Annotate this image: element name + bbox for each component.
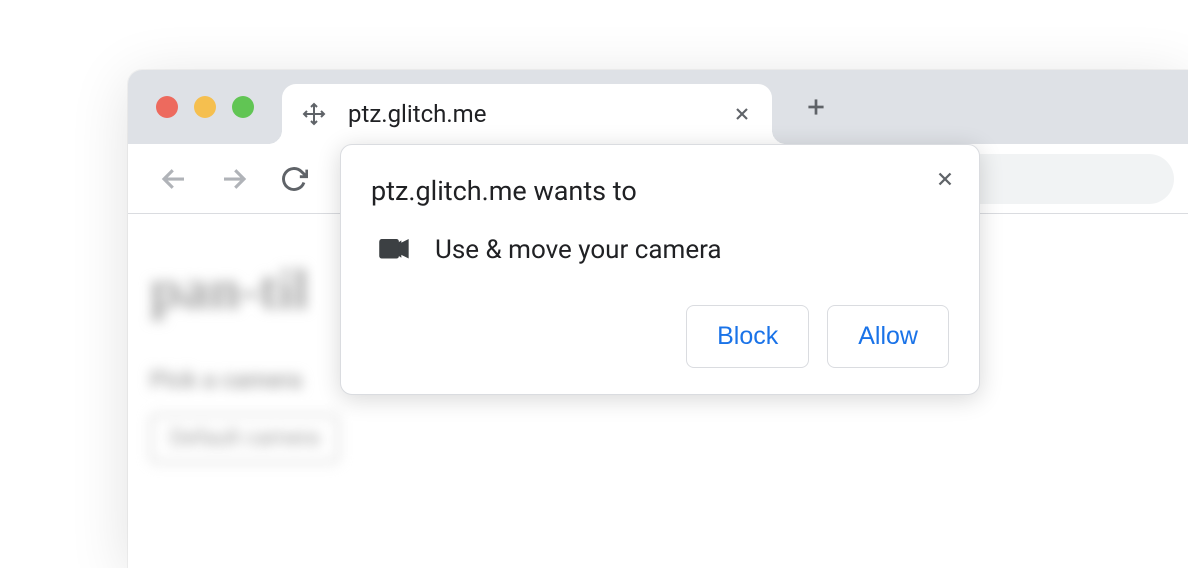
close-window-button[interactable] [156, 96, 178, 118]
close-tab-button[interactable] [730, 102, 754, 126]
back-button[interactable] [154, 159, 194, 199]
close-prompt-button[interactable] [927, 161, 963, 197]
minimize-window-button[interactable] [194, 96, 216, 118]
move-icon [300, 100, 328, 128]
tab-strip: ptz.glitch.me [128, 70, 1188, 144]
permission-request-text: Use & move your camera [435, 235, 722, 265]
camera-select[interactable]: Default camera [150, 414, 339, 463]
camera-icon [379, 239, 409, 261]
reload-button[interactable] [274, 159, 314, 199]
maximize-window-button[interactable] [232, 96, 254, 118]
browser-tab[interactable]: ptz.glitch.me [282, 84, 772, 144]
forward-button[interactable] [214, 159, 254, 199]
block-button[interactable]: Block [686, 305, 809, 368]
tab-title: ptz.glitch.me [348, 100, 710, 128]
permission-buttons: Block Allow [371, 305, 949, 368]
permission-request-row: Use & move your camera [371, 235, 949, 265]
permission-title: ptz.glitch.me wants to [371, 175, 949, 207]
allow-button[interactable]: Allow [827, 305, 949, 368]
permission-prompt: ptz.glitch.me wants to Use & move your c… [340, 144, 980, 395]
new-tab-button[interactable] [792, 83, 840, 131]
window-controls [128, 96, 254, 118]
